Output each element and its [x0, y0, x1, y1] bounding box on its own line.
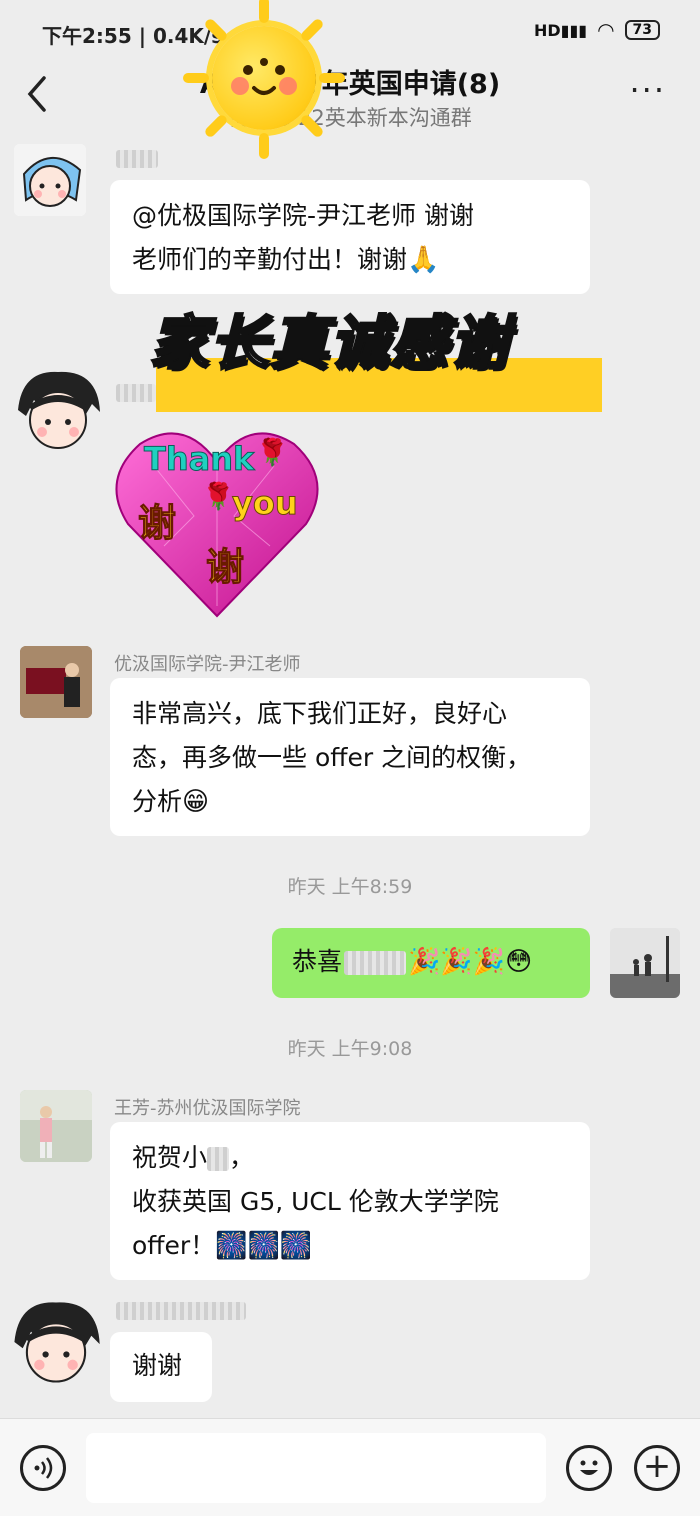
- sun-ray: [259, 133, 269, 159]
- sun-ray: [183, 73, 209, 83]
- message-text: 收获英国 G5, UCL 伦敦大学学院: [132, 1187, 499, 1216]
- plus-button[interactable]: +: [634, 1445, 680, 1491]
- wifi-icon: ◠: [597, 18, 615, 42]
- input-bar: +: [0, 1418, 700, 1516]
- name-blurred: [344, 951, 407, 975]
- boy-avatar-icon: [18, 371, 100, 449]
- sticker-text-xie1: 谢: [137, 501, 177, 546]
- rose-icon: 🌹: [202, 482, 235, 512]
- smiley-face-icon: [231, 58, 297, 95]
- boy-avatar-icon: [14, 1302, 100, 1383]
- message-text: ，: [229, 1143, 255, 1172]
- avatar[interactable]: [20, 646, 92, 718]
- sender-name: 王芳-苏州优汲国际学院: [114, 1098, 301, 1119]
- battery-indicator: 73: [624, 20, 660, 40]
- fireworks-emoji: 🎆🎆🎆: [215, 1231, 313, 1261]
- message-text: 分析: [132, 787, 183, 816]
- my-avatar[interactable]: [610, 928, 680, 998]
- chat-subtitle: 优汲国 22英本新本沟通群: [228, 106, 472, 130]
- message-bubble[interactable]: 非常高兴，底下我们正好，良好心 态，再多做一些 offer 之间的权衡， 分析😁: [110, 678, 590, 836]
- teacher-avatar-icon: [20, 646, 92, 718]
- message-text: 态，再多做一些 offer 之间的权衡，: [132, 743, 532, 772]
- sticker-text-xie2: 谢: [205, 545, 245, 590]
- message-bubble-outgoing[interactable]: 恭喜 🎉🎉🎉😳: [272, 928, 590, 998]
- message-bubble[interactable]: 祝贺小 ， 收获英国 G5, UCL 伦敦大学学院 offer！🎆🎆🎆: [110, 1122, 590, 1280]
- status-time: 下午2:55 | 0.4K/s: [42, 24, 224, 48]
- banner-text: 家长真诚感谢: [149, 308, 511, 379]
- message-text: offer！: [132, 1231, 216, 1260]
- name-blurred: [207, 1147, 230, 1171]
- message-input[interactable]: [86, 1433, 546, 1503]
- more-dots-icon: ···: [629, 71, 666, 109]
- pray-emoji: 🙏: [407, 245, 440, 275]
- avatar[interactable]: [20, 1090, 92, 1162]
- sender-name: 优汲国际学院-尹江老师: [114, 654, 301, 675]
- emoji-icon: [580, 1460, 598, 1475]
- message-text: 非常高兴，底下我们正好，良好心: [132, 699, 508, 728]
- sticker-text-you: you: [232, 484, 299, 523]
- sticker-text-thank: Thank: [143, 440, 255, 479]
- sender-name-blurred: [116, 384, 156, 402]
- voice-icon: [34, 1457, 53, 1479]
- thanks-banner: 家长真诚感谢: [149, 296, 640, 412]
- emoji-button[interactable]: [566, 1445, 612, 1491]
- more-button[interactable]: ···: [629, 74, 666, 106]
- plus-icon: +: [642, 1446, 672, 1486]
- chat-title: A留学 22年英国申请(8): [199, 69, 501, 100]
- sender-name-blurred: [116, 150, 158, 168]
- message-bubble[interactable]: 谢谢: [110, 1332, 212, 1402]
- chat-header: A留学 22年英国申请(8) 优汲国 22英本新本沟通群 ···: [0, 56, 700, 138]
- avatar[interactable]: [4, 1290, 108, 1394]
- party-emoji: 🎉🎉🎉😳: [408, 947, 533, 977]
- sun-ray: [259, 0, 269, 23]
- rose-icon: 🌹: [256, 438, 289, 468]
- woman-avatar-icon: [20, 1090, 92, 1162]
- status-icons: HD▮▮▮ ◠ 73: [534, 18, 660, 42]
- avatar[interactable]: [8, 360, 108, 460]
- message-bubble[interactable]: @优极国际学院-尹江老师 谢谢 老师们的辛勤付出！谢谢🙏: [110, 180, 590, 294]
- message-text: 恭喜: [292, 947, 343, 976]
- message-text: @优极国际学院-尹江老师 谢谢: [132, 201, 474, 230]
- sun-sticker: [183, 0, 345, 159]
- status-bar: 下午2:55 | 0.4K/s HD▮▮▮ ◠ 73: [0, 0, 700, 56]
- grin-emoji: 😁: [182, 787, 210, 817]
- message-text: 老师们的辛勤付出！谢谢: [132, 245, 408, 274]
- signal-icon: HD▮▮▮: [533, 20, 588, 40]
- message-text: 祝贺小: [132, 1143, 208, 1172]
- sun-ray: [319, 73, 345, 83]
- timestamp: 昨天 上午9:08: [287, 1038, 413, 1060]
- message-text: 谢谢: [132, 1351, 183, 1380]
- thank-you-sticker[interactable]: Thank you 谢 谢 🌹 🌹: [114, 426, 320, 622]
- sender-name-blurred: [116, 1302, 246, 1320]
- timestamp: 昨天 上午8:59: [287, 876, 413, 898]
- photo-avatar-icon: [610, 928, 680, 998]
- girl-avatar-icon: [14, 144, 86, 216]
- avatar[interactable]: [14, 144, 86, 216]
- voice-button[interactable]: [20, 1445, 66, 1491]
